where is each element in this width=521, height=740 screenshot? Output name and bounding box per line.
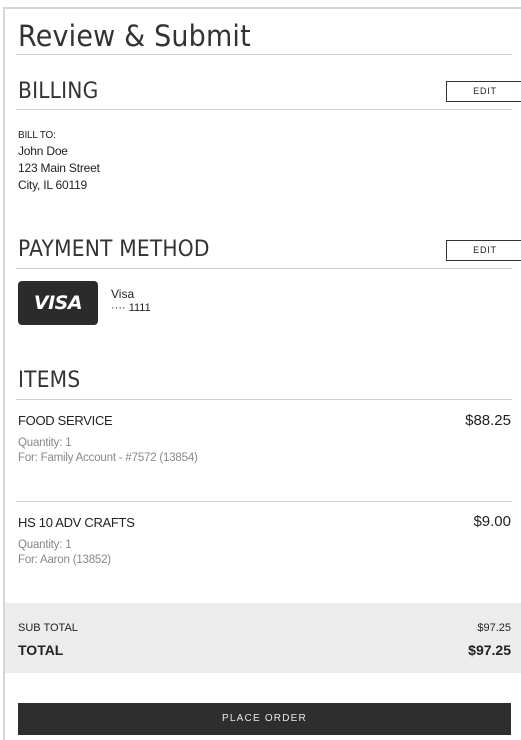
divider xyxy=(16,268,512,269)
payment-edit-button[interactable]: EDIT xyxy=(446,240,521,261)
bill-to-label: BILL TO: xyxy=(18,130,56,141)
billing-city: City, IL 60119 xyxy=(18,178,88,192)
subtotal-label: SUB TOTAL xyxy=(18,622,78,634)
divider xyxy=(16,109,512,110)
items-section-title: ITEMS xyxy=(18,368,81,393)
totals-box xyxy=(5,603,521,673)
billing-name: John Doe xyxy=(18,144,68,158)
place-order-button[interactable]: PLACE ORDER xyxy=(18,703,511,735)
item-for: For: Aaron (13852) xyxy=(18,554,111,566)
item-name: HS 10 ADV CRAFTS xyxy=(18,515,135,530)
item-name: FOOD SERVICE xyxy=(18,413,113,428)
page-title: Review & Submit xyxy=(18,19,251,53)
item-price: $9.00 xyxy=(473,513,511,530)
card-brand: Visa xyxy=(111,287,135,301)
divider xyxy=(16,54,512,55)
total-label: TOTAL xyxy=(18,642,64,658)
card-number: ···· 1111 xyxy=(111,302,151,314)
total-value: $97.25 xyxy=(468,642,511,658)
item-for: For: Family Account - #7572 (13854) xyxy=(18,452,198,464)
billing-edit-button[interactable]: EDIT xyxy=(446,81,521,102)
item-quantity: Quantity: 1 xyxy=(18,437,72,449)
divider xyxy=(16,399,512,400)
billing-street: 123 Main Street xyxy=(18,161,100,175)
billing-section-title: BILLING xyxy=(18,79,99,104)
item-quantity: Quantity: 1 xyxy=(18,539,72,551)
divider xyxy=(16,501,512,502)
card-logo-text: VISA xyxy=(33,292,83,314)
payment-section-title: PAYMENT METHOD xyxy=(18,237,210,262)
item-price: $88.25 xyxy=(465,412,511,429)
visa-card-icon: VISA xyxy=(18,281,98,325)
subtotal-value: $97.25 xyxy=(477,622,511,634)
